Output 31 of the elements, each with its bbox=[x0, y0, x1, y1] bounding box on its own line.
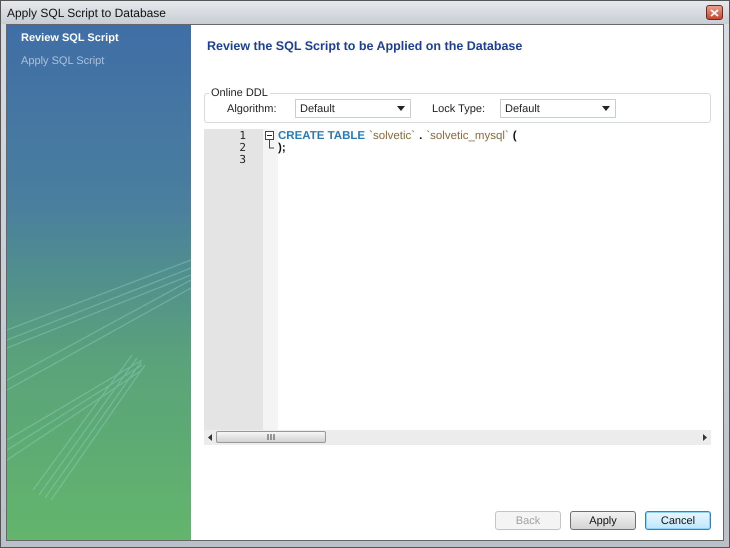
step-item: Apply SQL Script bbox=[20, 54, 106, 69]
dialog-button[interactable]: Cancel bbox=[645, 511, 711, 530]
code-token: CREATE TABLE bbox=[278, 130, 366, 142]
line-number: 2 bbox=[238, 142, 247, 154]
step-item: Review SQL Script bbox=[20, 31, 120, 46]
field-label: Algorithm: bbox=[227, 102, 278, 114]
dropdown[interactable]: Default bbox=[500, 99, 616, 118]
code-token: ); bbox=[278, 142, 286, 154]
page-heading: Review the SQL Script to be Applied on the Database bbox=[207, 39, 524, 53]
window-title: Apply SQL Script to Database bbox=[7, 6, 166, 20]
close-icon bbox=[710, 8, 719, 16]
field-label: Lock Type: bbox=[432, 102, 486, 114]
code-token: `solvetic` bbox=[369, 130, 416, 142]
dropdown[interactable]: Default bbox=[295, 99, 411, 118]
code-token: . bbox=[419, 130, 422, 142]
code-editor[interactable]: 1 2 3 CREATE TABLE `solvetic` . `solvetic_mysql` ( ); bbox=[204, 129, 711, 445]
group-legend: Online DDL bbox=[209, 87, 270, 99]
dialog-button[interactable]: Apply bbox=[570, 511, 636, 530]
line-number: 3 bbox=[238, 154, 247, 166]
scroll-thumb[interactable] bbox=[216, 431, 326, 443]
code-token: `solvetic_mysql` bbox=[426, 130, 509, 142]
horizontal-scrollbar[interactable] bbox=[204, 430, 711, 445]
grip-icon bbox=[267, 434, 275, 440]
code-token: ( bbox=[512, 130, 517, 142]
caret-icon bbox=[397, 106, 405, 111]
close-button[interactable] bbox=[706, 5, 723, 20]
collapse-icon[interactable] bbox=[265, 129, 274, 142]
caret-icon bbox=[602, 106, 610, 111]
scroll-right-icon[interactable] bbox=[703, 434, 707, 441]
line-number: 1 bbox=[238, 130, 247, 142]
scroll-left-icon[interactable] bbox=[208, 434, 212, 441]
